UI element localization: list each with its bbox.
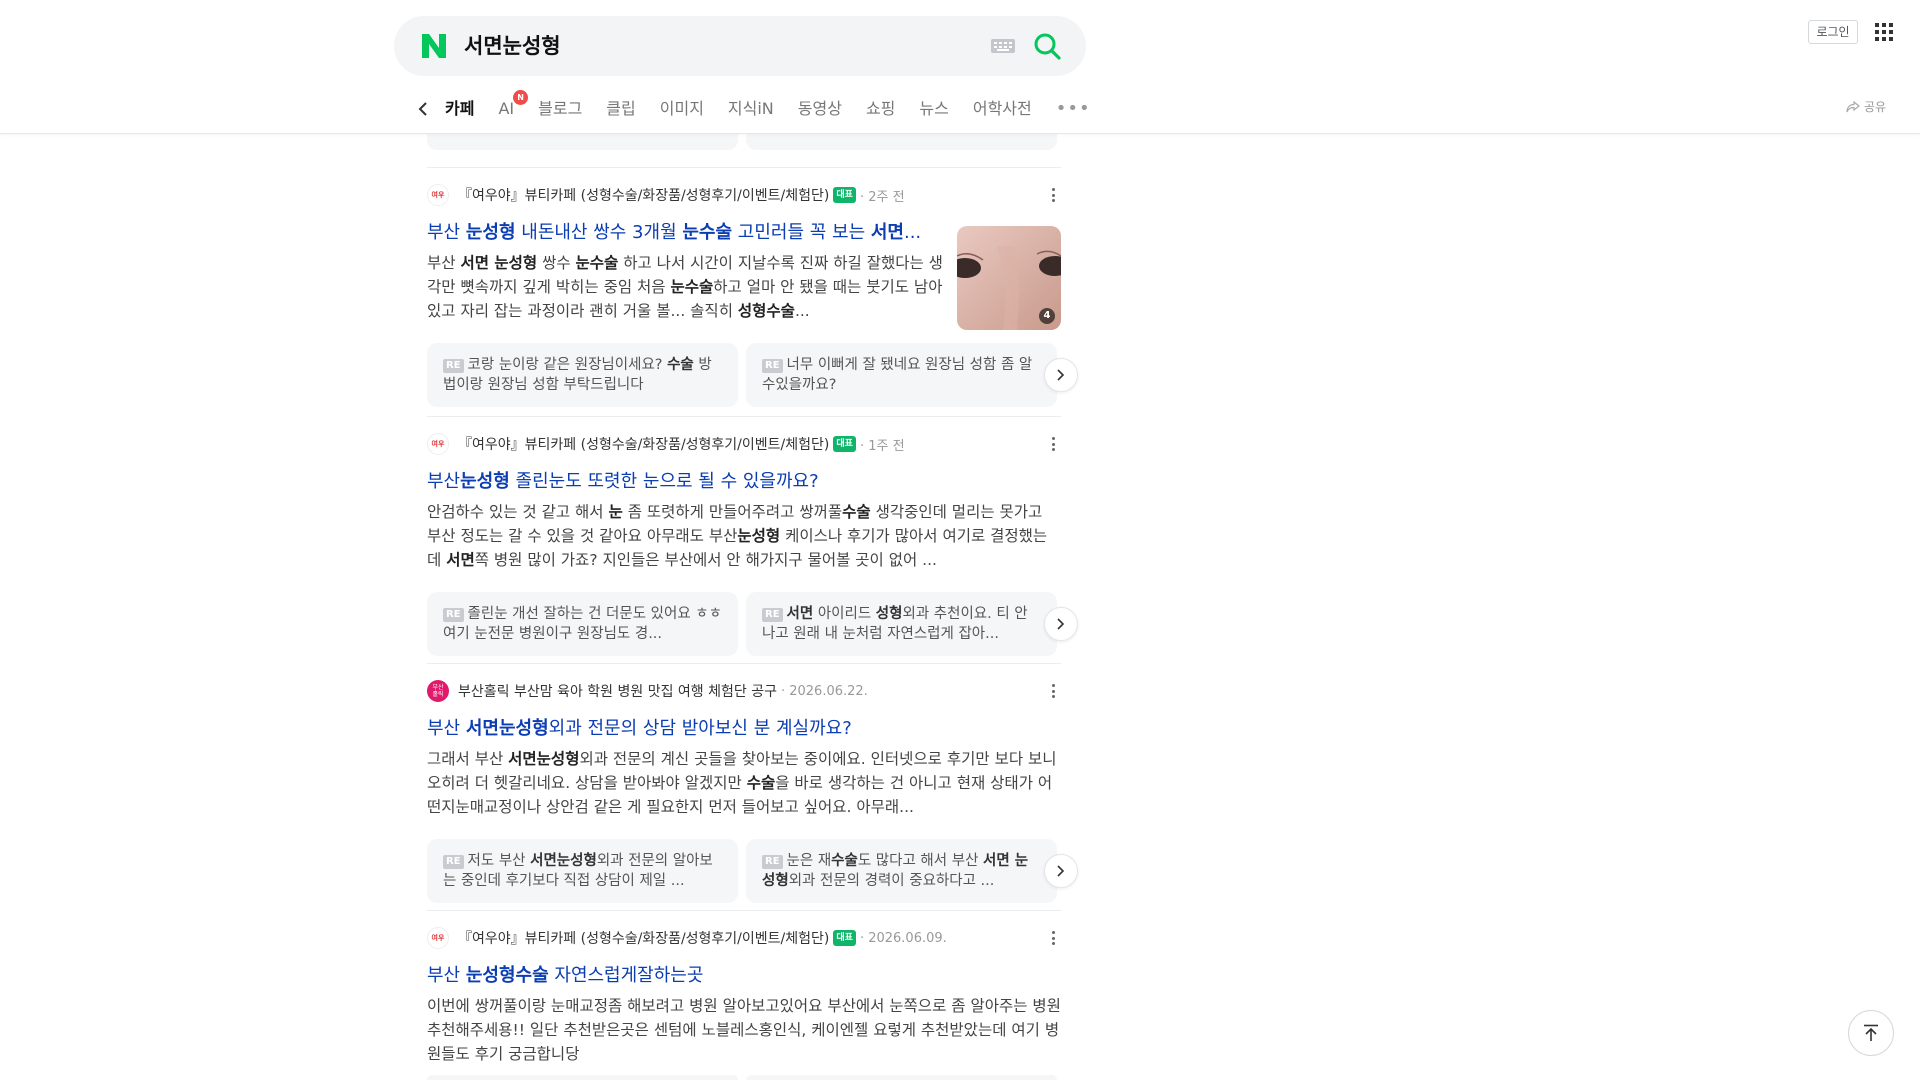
reply-card[interactable]: RE 저도 부산 서면눈성형외과 전문의 알아보는 중인데 후기보다 직접 상담이… — [427, 839, 738, 903]
cafe-name: 부산홀릭 부산맘 육아 학원 병원 맛집 여행 체험단 공구 — [458, 684, 777, 700]
result-title[interactable]: 부산눈성형 졸린눈도 또렷한 눈으로 될 수 있을까요? — [427, 469, 1061, 495]
result-snippet[interactable]: 부산 서면 눈성형 쌍수 눈수술 하고 나서 시간이 지날수록 진짜 하길 잘했… — [427, 251, 943, 323]
result-divider — [427, 167, 1061, 168]
reply-carousel: RE 졸린눈 개선 잘하는 건 더문도 있어요 ㅎㅎ 여기 눈전문 병원이구 원장… — [427, 592, 1078, 656]
more-options-icon[interactable] — [1045, 683, 1061, 699]
tab-ai[interactable]: AI N — [498, 90, 529, 122]
result-title[interactable]: 부산 서면눈성형외과 전문의 상담 받아보신 분 계실까요? — [427, 716, 1061, 742]
cafe-name: 『여우야』뷰티카페 (성형수술/화장품/성형후기/이벤트/체험단) — [458, 437, 830, 453]
tab-blog[interactable]: 블로그 — [538, 96, 582, 122]
tab-image[interactable]: 이미지 — [660, 96, 704, 122]
search-tabs: 카페 AI N 블로그 클립 이미지 지식iN 동영상 쇼핑 뉴스 어학사전 ••… — [413, 90, 1091, 122]
fox-cafe-icon: 여우 — [427, 433, 449, 455]
scroll-to-top-button[interactable] — [1848, 1010, 1894, 1056]
busan-holic-cafe-icon: 부산 홀릭 — [427, 680, 449, 702]
cafe-name: 『여우야』뷰티카페 (성형수술/화장품/성형후기/이벤트/체험단) — [458, 188, 830, 204]
result-snippet[interactable]: 그래서 부산 서면눈성형외과 전문의 계신 곳들을 찾아보는 중이에요. 인터넷… — [427, 747, 1061, 819]
search-icon[interactable] — [1032, 31, 1062, 61]
search-input[interactable]: 서면눈성형 — [464, 32, 561, 60]
reply-card[interactable]: RE 눈은 재수술도 많다고 해서 부산 서면 눈성형외과 전문의 경력이 중요하… — [746, 839, 1057, 903]
representative-badge: 대표 — [833, 930, 856, 946]
result-source[interactable]: 부산 홀릭 부산홀릭 부산맘 육아 학원 병원 맛집 여행 체험단 공구 · 20… — [427, 680, 1061, 702]
post-time: · 1주 전 — [859, 438, 905, 454]
share-button[interactable]: 공유 — [1846, 98, 1886, 115]
result-title[interactable]: 부산 눈성형 내돈내산 쌍수 3개월 눈수술 고민러들 꼭 보는 서면... — [427, 220, 943, 246]
chevron-right-icon[interactable] — [1044, 358, 1078, 392]
tab-cafe[interactable]: 카페 — [445, 96, 474, 122]
post-time: · 2026.06.22. — [780, 683, 868, 699]
result-title[interactable]: 부산 눈성형수술 자연스럽게잘하는곳 — [427, 963, 1061, 989]
arrow-up-icon — [1864, 1024, 1878, 1041]
result-source[interactable]: 여우 『여우야』뷰티카페 (성형수술/화장품/성형후기/이벤트/체험단) 대표 … — [427, 184, 1061, 206]
representative-badge: 대표 — [833, 436, 856, 452]
result-source[interactable]: 여우 『여우야』뷰티카페 (성형수술/화장품/성형후기/이벤트/체험단) 대표 … — [427, 433, 1061, 455]
naver-logo-icon[interactable] — [420, 32, 448, 60]
result-thumbnail[interactable]: 4 — [957, 226, 1061, 330]
post-time: · 2주 전 — [859, 189, 905, 205]
cafe-result: 여우 『여우야』뷰티카페 (성형수술/화장품/성형후기/이벤트/체험단) 대표 … — [427, 927, 1061, 1066]
cafe-result: 여우 『여우야』뷰티카페 (성형수술/화장품/성형후기/이벤트/체험단) 대표 … — [427, 433, 1078, 656]
more-tabs-icon[interactable]: ••• — [1056, 96, 1091, 122]
new-badge: N — [513, 90, 529, 105]
tab-dictionary[interactable]: 어학사전 — [973, 96, 1032, 122]
result-divider — [427, 910, 1061, 911]
tab-shopping[interactable]: 쇼핑 — [866, 96, 895, 122]
more-options-icon[interactable] — [1045, 930, 1061, 946]
result-divider — [427, 416, 1061, 417]
cafe-result: 여우 『여우야』뷰티카페 (성형수술/화장품/성형후기/이벤트/체험단) 대표 … — [427, 184, 1078, 407]
chevron-left-icon[interactable] — [413, 96, 433, 122]
reply-card[interactable]: RE 서면 아이리드 성형외과 추천이요. 티 안 나고 원래 내 눈처럼 자연스… — [746, 592, 1057, 656]
more-options-icon[interactable] — [1045, 436, 1061, 452]
reply-card[interactable]: RE 졸린눈 개선 잘하는 건 더문도 있어요 ㅎㅎ 여기 눈전문 병원이구 원장… — [427, 592, 738, 656]
apps-grid-icon[interactable] — [1874, 22, 1894, 42]
next-reply-card[interactable] — [427, 1075, 738, 1080]
reply-carousel: RE 코랑 눈이랑 같은 원장님이세요? 수술 방법이랑 원장님 성함 부탁드립니… — [427, 343, 1078, 407]
top-header: 서면눈성형 로그인 카페 AI N 블로그 클립 이미지 지식iN 동영상 쇼핑… — [0, 0, 1920, 133]
tab-kin[interactable]: 지식iN — [728, 96, 774, 122]
more-options-icon[interactable] — [1045, 187, 1061, 203]
result-snippet[interactable]: 이번에 쌍꺼풀이랑 눈매교정좀 해보려고 병원 알아보고있어요 부산에서 눈쪽으… — [427, 994, 1061, 1066]
reply-carousel: RE 저도 부산 서면눈성형외과 전문의 알아보는 중인데 후기보다 직접 상담이… — [427, 839, 1078, 903]
post-time: · 2026.06.09. — [859, 930, 947, 946]
result-divider — [427, 663, 1061, 664]
cafe-result: 부산 홀릭 부산홀릭 부산맘 육아 학원 병원 맛집 여행 체험단 공구 · 20… — [427, 680, 1078, 903]
fox-cafe-icon: 여우 — [427, 927, 449, 949]
share-icon — [1846, 100, 1860, 112]
login-button[interactable]: 로그인 — [1808, 20, 1858, 44]
tab-news[interactable]: 뉴스 — [919, 96, 948, 122]
reply-card[interactable]: RE 코랑 눈이랑 같은 원장님이세요? 수술 방법이랑 원장님 성함 부탁드립니… — [427, 343, 738, 407]
tab-video[interactable]: 동영상 — [798, 96, 842, 122]
keyboard-icon[interactable] — [990, 37, 1016, 55]
cafe-name: 『여우야』뷰티카페 (성형수술/화장품/성형후기/이벤트/체험단) — [458, 931, 830, 947]
fox-cafe-icon: 여우 — [427, 184, 449, 206]
chevron-right-icon[interactable] — [1044, 854, 1078, 888]
chevron-right-icon[interactable] — [1044, 607, 1078, 641]
next-reply-card[interactable] — [746, 1075, 1057, 1080]
image-count-badge: 4 — [1039, 308, 1055, 324]
search-bar[interactable]: 서면눈성형 — [394, 16, 1086, 76]
reply-card[interactable]: RE 너무 이뻐게 잘 됐네요 원장님 성함 좀 알수있을까요? — [746, 343, 1057, 407]
result-snippet[interactable]: 안검하수 있는 것 같고 해서 눈 좀 또렷하게 만들어주려고 쌍꺼풀수술 생각… — [427, 500, 1061, 572]
tab-clip[interactable]: 클립 — [606, 96, 635, 122]
representative-badge: 대표 — [833, 187, 856, 203]
result-source[interactable]: 여우 『여우야』뷰티카페 (성형수술/화장품/성형후기/이벤트/체험단) 대표 … — [427, 927, 1061, 949]
